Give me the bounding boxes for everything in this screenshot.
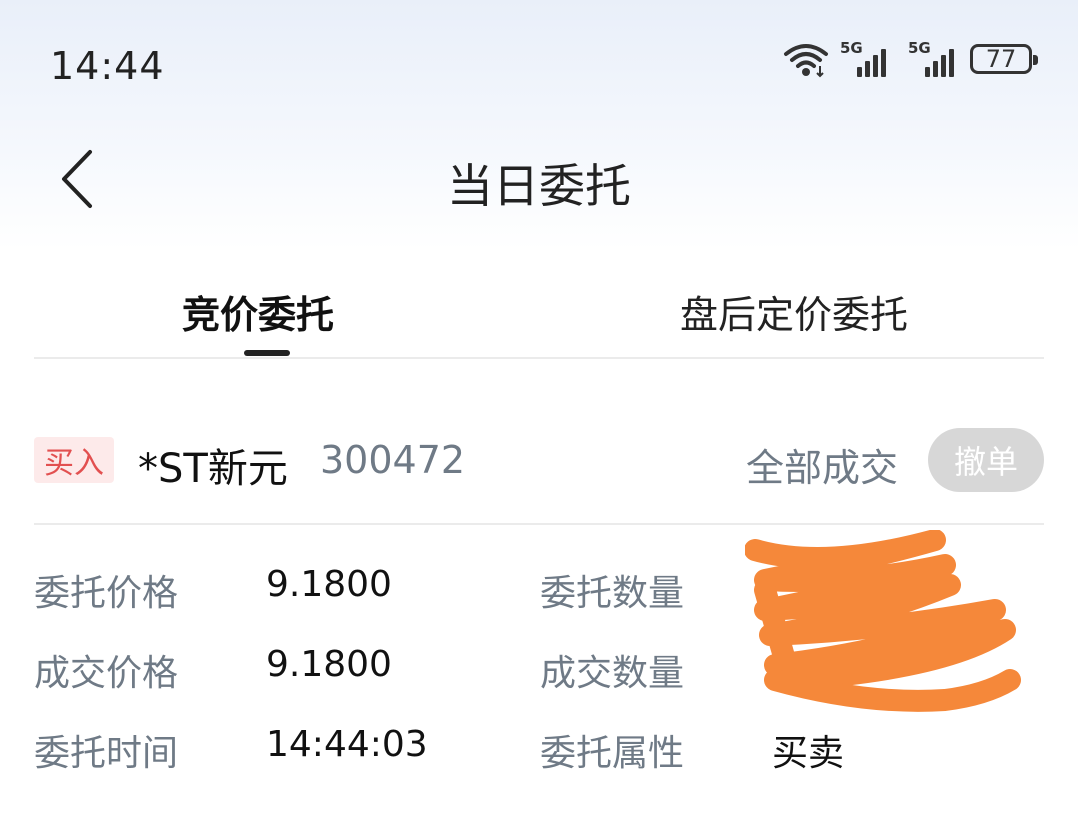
tab-bidding-order[interactable]: 竞价委托	[182, 284, 334, 339]
order-side-badge: 买入	[34, 437, 114, 483]
deal-price-value: 9.1800	[266, 644, 392, 685]
tab-after-hours-order[interactable]: 盘后定价委托	[680, 284, 908, 339]
order-time-label: 委托时间	[34, 733, 179, 774]
network-type-1: 5G	[840, 39, 863, 57]
cancel-order-button[interactable]: 撤单	[928, 428, 1044, 492]
signal-icon: 5G	[908, 39, 954, 77]
order-price-label: 委托价格	[34, 573, 179, 614]
order-divider	[34, 523, 1044, 525]
active-tab-indicator	[244, 350, 290, 356]
deal-price-label: 成交价格	[34, 653, 179, 694]
wifi-icon	[784, 44, 828, 78]
redaction-scribble	[745, 530, 1021, 712]
order-quantity-label: 委托数量	[540, 573, 685, 614]
order-price-value: 9.1800	[266, 564, 392, 605]
order-time-value: 14:44:03	[266, 724, 428, 765]
stock-name: *ST新元	[138, 446, 288, 492]
battery-icon: 77	[970, 44, 1038, 74]
page-title: 当日委托	[447, 159, 631, 213]
battery-level: 77	[985, 45, 1017, 73]
tabs-divider	[34, 357, 1044, 359]
signal-icon: 5G	[840, 39, 886, 77]
status-time: 14:44	[50, 44, 165, 88]
order-attribute-label: 委托属性	[540, 733, 685, 774]
deal-quantity-label: 成交数量	[540, 653, 685, 694]
order-status: 全部成交	[746, 446, 899, 490]
status-icons: 5G 5G 77	[782, 39, 1038, 78]
network-type-2: 5G	[908, 39, 931, 57]
stock-code: 300472	[320, 438, 466, 482]
order-attribute-value: 买卖	[772, 733, 845, 774]
